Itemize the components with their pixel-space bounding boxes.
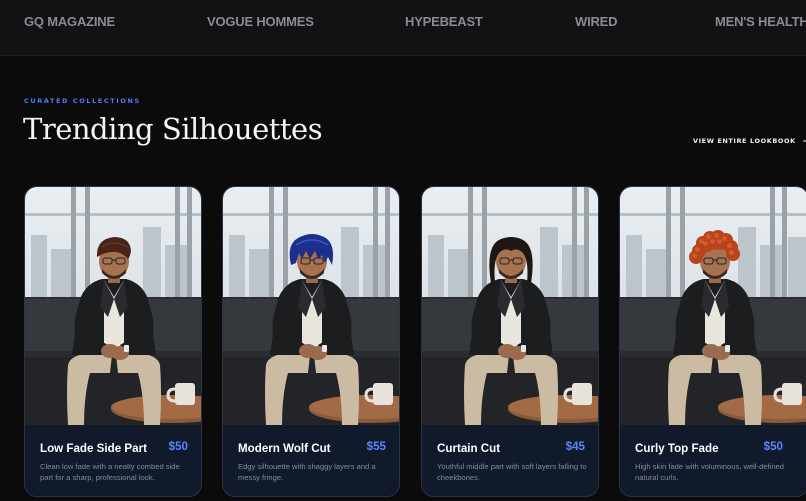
card-price: $45 — [565, 440, 585, 453]
view-lookbook-label: VIEW ENTIRE LOOKBOOK — [693, 137, 796, 145]
style-card-curly-top-fade[interactable]: Curly Top Fade $50 High skin fade with v… — [619, 186, 806, 497]
card-body: Modern Wolf Cut $55 Edgy silhouette with… — [223, 425, 399, 496]
card-price: $50 — [168, 440, 188, 453]
press-logo-wired: WIRED — [575, 14, 618, 29]
card-description: Edgy silhouette with shaggy layers and a… — [238, 462, 376, 482]
portrait-illustration — [620, 187, 806, 425]
card-body: Curtain Cut $45 Youthful middle part wit… — [422, 425, 598, 496]
style-card-curtain-cut[interactable]: Curtain Cut $45 Youthful middle part wit… — [421, 186, 599, 497]
card-description: Youthful middle part with soft layers fa… — [437, 462, 587, 482]
style-card-modern-wolf-cut[interactable]: Modern Wolf Cut $55 Edgy silhouette with… — [222, 186, 400, 497]
card-price: $50 — [763, 440, 783, 453]
card-photo — [422, 187, 598, 425]
view-lookbook-link[interactable]: VIEW ENTIRE LOOKBOOK — [693, 135, 806, 147]
card-body: Curly Top Fade $50 High skin fade with v… — [620, 425, 806, 496]
press-logo-hypebeast: HYPEBEAST — [405, 14, 483, 29]
card-body: Low Fade Side Part $50 Clean low fade wi… — [25, 425, 201, 496]
press-logo-gq: GQ MAGAZINE — [24, 14, 115, 29]
press-bar: GQ MAGAZINE VOGUE HOMMES HYPEBEAST WIRED… — [0, 0, 806, 56]
card-description: Clean low fade with a neatly combed side… — [40, 462, 180, 482]
card-title: Modern Wolf Cut — [238, 442, 331, 455]
portrait-illustration — [223, 187, 399, 425]
press-logo-vogue-hommes: VOGUE HOMMES — [207, 14, 314, 29]
card-title: Low Fade Side Part — [40, 442, 147, 455]
card-title: Curtain Cut — [437, 442, 501, 455]
style-card-low-fade-side-part[interactable]: Low Fade Side Part $50 Clean low fade wi… — [24, 186, 202, 497]
section-kicker: CURATED COLLECTIONS — [24, 97, 141, 105]
press-logo-mens-health: MEN'S HEALTH — [715, 14, 806, 29]
portrait-illustration — [25, 187, 201, 425]
card-photo — [223, 187, 399, 425]
card-photo — [25, 187, 201, 425]
card-price: $55 — [366, 440, 386, 453]
card-description: High skin fade with voluminous, well-def… — [635, 462, 784, 482]
portrait-illustration — [422, 187, 598, 425]
card-title: Curly Top Fade — [635, 442, 719, 455]
section-title: Trending Silhouettes — [23, 112, 323, 146]
card-photo — [620, 187, 806, 425]
